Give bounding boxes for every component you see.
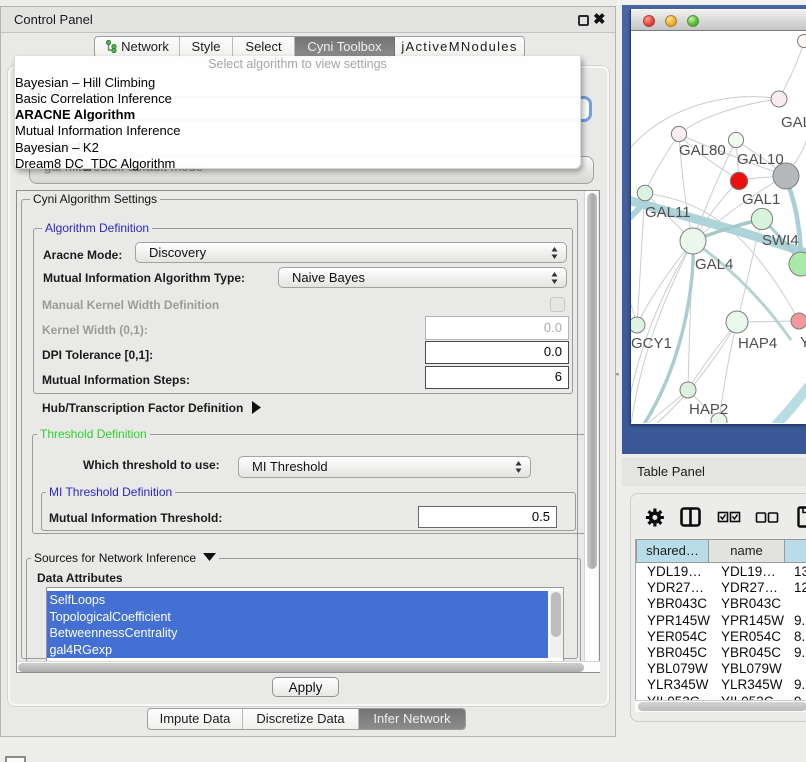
svg-text:SWI4: SWI4 — [762, 232, 799, 249]
svg-text:GAL4: GAL4 — [695, 256, 733, 273]
svg-text:GAL1: GAL1 — [742, 191, 780, 208]
svg-text:GAL80: GAL80 — [679, 142, 726, 159]
svg-text:HAP4: HAP4 — [738, 335, 777, 352]
svg-text:HAP2: HAP2 — [689, 401, 728, 418]
svg-text:YJ: YJ — [800, 334, 806, 351]
svg-text:GAL11: GAL11 — [645, 204, 691, 221]
svg-text:GAL10: GAL10 — [737, 151, 784, 168]
svg-text:GCY1: GCY1 — [631, 335, 672, 352]
svg-text:GAL7: GAL7 — [781, 114, 806, 131]
